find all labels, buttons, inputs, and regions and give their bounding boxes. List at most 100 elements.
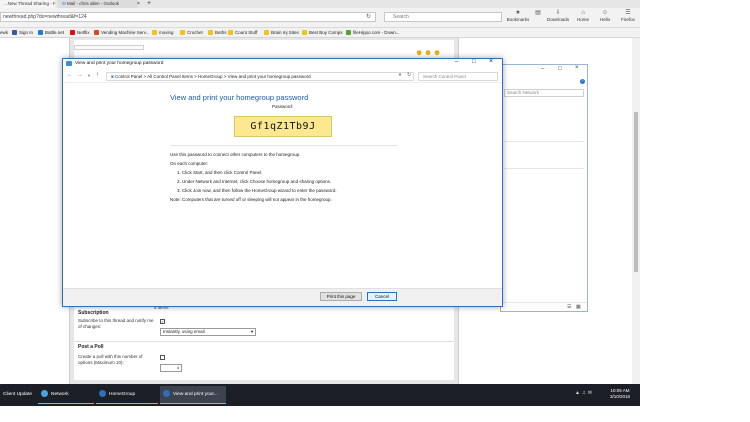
divider	[170, 145, 398, 146]
download-icon: ⇩	[555, 10, 561, 16]
new-tab-button[interactable]: +	[147, 0, 151, 8]
forward-arrow-icon[interactable]: →	[77, 72, 83, 78]
step-text: 2. Under Network and Internet, click Cho…	[177, 179, 332, 184]
bookmark-item[interactable]: Best Buy Comps	[302, 29, 343, 37]
bookmark-item[interactable]: Brain Inj Sites	[264, 29, 299, 37]
desktop-screen: ...New Thread Sharing - Po... ✉ Mail - c…	[0, 0, 750, 422]
bookmark-label: Netflix	[77, 30, 90, 35]
help-icon[interactable]: ?	[580, 79, 585, 84]
up-arrow-icon[interactable]: ↑	[96, 72, 99, 78]
page-scrollbar-thumb[interactable]	[634, 112, 638, 272]
taskbar-item-label: Network	[51, 392, 69, 397]
subscription-label: Subscribe to this thread and notify me o…	[78, 318, 154, 329]
taskbar-item-client-update[interactable]: Client Update	[0, 386, 36, 404]
bookmark-item[interactable]: Crochet	[180, 29, 203, 37]
folder-icon	[152, 30, 157, 35]
firefox-menu-button[interactable]: ☰ Firefox	[615, 10, 641, 22]
bookmark-label: fileHippo.com - Down...	[353, 30, 400, 35]
refresh-icon[interactable]: ↻	[407, 72, 411, 78]
system-tray-icons[interactable]: ▲♫✉	[575, 390, 594, 396]
network-search-input[interactable]: Search Network	[504, 89, 584, 97]
cancel-button[interactable]: Cancel	[367, 292, 397, 301]
bookmark-item[interactable]: Vending Machine Serv...	[94, 29, 149, 37]
smiley-icons[interactable]: ☻☻☻	[415, 48, 442, 57]
folder-icon	[180, 30, 185, 35]
maximize-icon[interactable]: □	[558, 66, 562, 72]
each-computer-text: On each computer:	[170, 161, 209, 166]
subscription-mode-select[interactable]: Instantly, using email	[160, 328, 256, 336]
poll-options-input[interactable]: 4	[160, 364, 182, 372]
bookmark-icon	[12, 30, 17, 35]
close-icon[interactable]: ×	[489, 58, 493, 65]
partial-form-field[interactable]	[74, 45, 144, 50]
hello-label: Hello	[599, 17, 611, 22]
chevron-down-icon[interactable]: ▼	[398, 72, 402, 77]
url-bar[interactable]: newthread.php?do=newthread&f=124	[0, 12, 376, 22]
taskbar-item-label: View and print your...	[173, 392, 218, 397]
bookmark-label: Sign In	[19, 30, 34, 35]
downloads-label: Downloads	[546, 17, 570, 22]
subscription-checkbox[interactable]: ✓	[160, 319, 165, 324]
taskbar-item-label: HomeGroup	[109, 392, 136, 397]
bookmark-item[interactable]: moving	[152, 29, 174, 37]
bookmark-label: Vending Machine Serv...	[101, 30, 150, 35]
bookmark-item[interactable]: Beths	[208, 29, 227, 37]
homegroup-icon	[66, 61, 72, 66]
taskbar-item-homegroup[interactable]: HomeGroup	[96, 386, 166, 404]
homegroup-icon	[99, 390, 106, 397]
print-button[interactable]: Print this page	[320, 292, 362, 301]
downloads-button[interactable]: ⇩ Downloads	[545, 10, 571, 22]
taskbar-item-view-print[interactable]: View and print your...	[160, 386, 226, 404]
minimize-icon[interactable]: –	[541, 66, 544, 72]
page-heading: View and print your homegroup password	[170, 93, 309, 102]
dialog-footer	[63, 288, 502, 306]
maximize-icon[interactable]: □	[472, 59, 476, 65]
step-text: 3. Click Join now, and then follow the H…	[177, 188, 337, 193]
folder-icon	[228, 30, 233, 35]
tab-outlook-mail[interactable]: ✉ Mail - chris allen - Outlook	[58, 0, 138, 8]
poll-title: Post a Poll	[78, 344, 104, 350]
details-view-icon[interactable]: ☰	[567, 304, 571, 310]
bookmark-item[interactable]: Sign In	[12, 29, 33, 37]
bookmark-item[interactable]: fileHippo.com - Down...	[346, 29, 400, 37]
recent-locations-icon[interactable]: ▼	[87, 73, 91, 78]
clock-date: 3/10/2016	[610, 394, 631, 399]
taskbar-item-label: Client Update	[3, 392, 33, 397]
poll-label: Create a poll with this number of option…	[78, 354, 143, 365]
bookmark-icon	[346, 30, 351, 35]
homegroup-icon	[163, 390, 170, 397]
browser-search-input[interactable]: Search	[384, 12, 502, 22]
password-label: Password:	[272, 104, 294, 109]
bookmark-label: Beths	[215, 30, 227, 35]
network-status-bar	[501, 302, 587, 311]
reload-icon[interactable]: ↻	[366, 13, 371, 20]
intro-text: Use this password to connect other compu…	[170, 152, 301, 157]
bookmark-item[interactable]: Battle.net	[38, 29, 64, 37]
taskbar-item-network[interactable]: Network	[38, 386, 94, 404]
control-panel-search-input[interactable]: Search Control Panel	[418, 72, 498, 81]
tab-close-icon[interactable]: ×	[137, 0, 140, 8]
bookmark-label: Count Stuff	[235, 30, 258, 35]
active-indicator	[96, 403, 158, 404]
address-breadcrumb[interactable]: ■ Control Panel > All Control Panel Item…	[106, 72, 414, 81]
home-label: Home	[576, 17, 589, 22]
bookmark-item[interactable]: ewk	[0, 29, 8, 37]
minimize-icon[interactable]: –	[455, 59, 458, 65]
network-window[interactable]	[500, 64, 588, 312]
clock[interactable]: 10:06 AM 3/10/2016	[610, 388, 630, 400]
large-icons-view-icon[interactable]: ▦	[576, 304, 581, 310]
divider	[504, 141, 584, 142]
bookmark-label: moving	[159, 30, 174, 35]
chevron-down-icon[interactable]: ▼	[250, 329, 254, 334]
divider	[74, 341, 454, 342]
bookmark-label: Battle.net	[45, 30, 65, 35]
folder-icon	[302, 30, 307, 35]
bookmark-item[interactable]: Netflix	[70, 29, 90, 37]
dialog-body	[64, 84, 501, 288]
bookmark-item[interactable]: Count Stuff	[228, 29, 257, 37]
back-arrow-icon[interactable]: ←	[67, 72, 73, 78]
poll-checkbox[interactable]	[160, 355, 165, 360]
tab-new-thread[interactable]: ...New Thread Sharing - Po...	[0, 0, 55, 8]
firefox-label: Firefox	[621, 17, 635, 22]
close-icon[interactable]: ×	[575, 65, 579, 71]
